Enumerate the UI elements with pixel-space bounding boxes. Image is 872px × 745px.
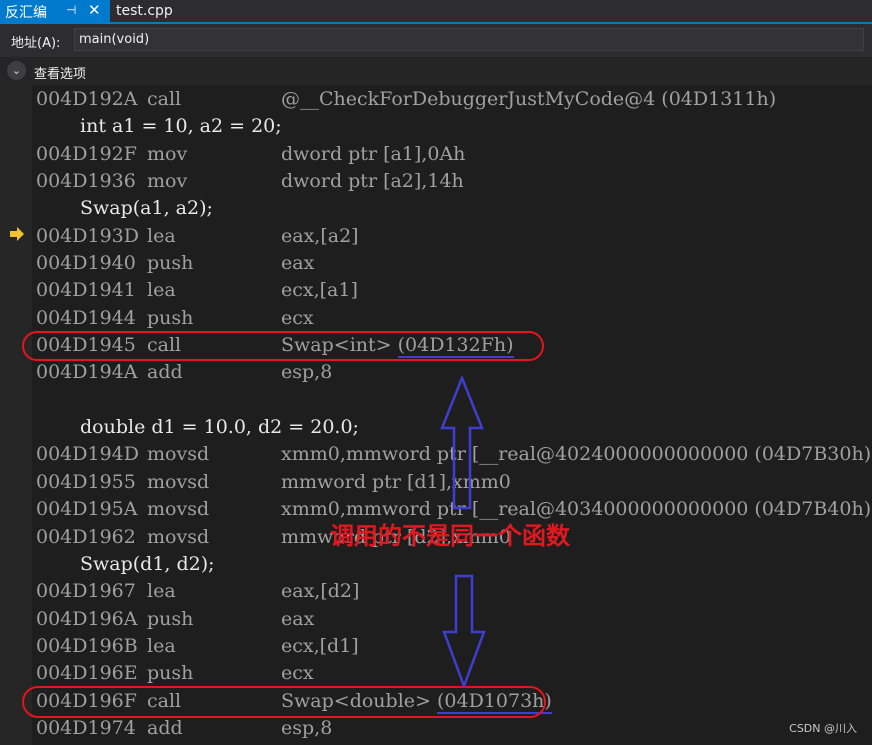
opcode: movsd	[147, 470, 210, 493]
highlight-ellipse-int	[22, 331, 544, 361]
opcode: mov	[147, 142, 188, 165]
address-input[interactable]: main(void)	[74, 28, 864, 51]
opcode: push	[147, 607, 194, 630]
asm-line[interactable]: 004D193D lea eax,[a2]	[36, 223, 872, 250]
address: 004D1974	[36, 716, 136, 739]
address: 004D193D	[36, 224, 139, 247]
operand: xmm0,mmword ptr [__real@4024000000000000…	[281, 443, 872, 466]
asm-line[interactable]: 004D1941 lea ecx,[a1]	[36, 277, 872, 304]
opcode: call	[147, 88, 182, 110]
asm-line[interactable]: 004D1974 add esp,8	[36, 715, 872, 742]
opcode: lea	[147, 224, 176, 247]
address: 004D1962	[36, 525, 136, 548]
source-text: Swap(a1, a2);	[80, 197, 213, 220]
chevron-down-icon[interactable]: ⌄	[7, 61, 26, 80]
annotation-note: 调用的不是同一个函数	[330, 521, 570, 550]
address-bar: 地址(A): main(void)	[0, 24, 872, 57]
operand: dword ptr [a2],14h	[281, 170, 464, 193]
asm-line[interactable]: 004D1940 push eax	[36, 250, 872, 277]
operand: ecx	[281, 662, 314, 685]
address: 004D196E	[36, 662, 138, 685]
opcode: movsd	[147, 443, 210, 466]
operand: ecx,[d1]	[281, 634, 359, 657]
opcode: push	[147, 662, 194, 685]
operand: eax,[a2]	[281, 224, 359, 247]
operand: eax,[d2]	[281, 580, 360, 603]
watermark: CSDN @川入	[789, 722, 857, 735]
source-text: Swap(d1, d2);	[80, 552, 215, 575]
operand: @__CheckForDebuggerJustMyCode@4 (04D1311…	[281, 88, 777, 110]
view-options-label[interactable]: 查看选项	[34, 63, 86, 82]
address: 004D192F	[36, 142, 137, 165]
tab-test-cpp[interactable]: test.cpp	[110, 0, 179, 22]
opcode: lea	[147, 580, 176, 603]
close-icon[interactable]: ✕	[88, 1, 101, 19]
address: 004D1955	[36, 470, 136, 493]
highlight-ellipse-double	[22, 686, 546, 718]
opcode: lea	[147, 279, 176, 302]
address: 004D1940	[36, 252, 136, 275]
operand: dword ptr [a1],0Ah	[281, 142, 466, 165]
address: 004D1944	[36, 306, 136, 329]
opcode: mov	[147, 170, 188, 193]
operand: ecx,[a1]	[281, 279, 358, 302]
margin-gutter[interactable]	[0, 85, 32, 745]
address: 004D194A	[36, 361, 138, 384]
tab-strip: 反汇编 ⊣ ✕ test.cpp	[0, 0, 872, 24]
down-arrow-annotation	[442, 574, 486, 688]
address: 004D1941	[36, 279, 136, 302]
opcode: movsd	[147, 525, 210, 548]
address: 004D195A	[36, 498, 138, 521]
source-text: int a1 = 10, a2 = 20;	[80, 115, 282, 138]
operand: ecx	[281, 306, 314, 329]
opcode: push	[147, 252, 194, 275]
asm-line[interactable]: 004D192F mov dword ptr [a1],0Ah	[36, 141, 872, 168]
address: 004D194D	[36, 443, 139, 466]
opcode: add	[147, 361, 183, 384]
tab-disassembly-label: 反汇编	[5, 5, 47, 21]
asm-line[interactable]: 004D1936 mov dword ptr [a2],14h	[36, 168, 872, 195]
address: 004D1967	[36, 580, 136, 603]
opcode: movsd	[147, 498, 210, 521]
opcode: add	[147, 716, 183, 739]
address: 004D1936	[36, 170, 136, 193]
source-line[interactable]: Swap(a1, a2);	[36, 195, 872, 222]
opcode: lea	[147, 634, 176, 657]
pin-icon[interactable]: ⊣	[66, 3, 76, 17]
asm-line[interactable]: 004D1944 push ecx	[36, 305, 872, 332]
instruction-pointer-icon	[10, 227, 24, 241]
view-options-bar: ⌄ 查看选项	[0, 57, 872, 85]
opcode: push	[147, 306, 194, 329]
asm-line[interactable]: 004D192A call @__CheckForDebuggerJustMyCod…	[36, 86, 872, 113]
operand: esp,8	[281, 716, 333, 739]
up-arrow-annotation	[440, 376, 484, 510]
source-line[interactable]: int a1 = 10, a2 = 20;	[36, 113, 872, 140]
operand: eax	[281, 252, 315, 275]
source-text: double d1 = 10.0, d2 = 20.0;	[80, 416, 359, 439]
operand: esp,8	[281, 361, 333, 384]
address: 004D192A	[36, 88, 138, 110]
operand: eax	[281, 607, 315, 630]
address: 004D196A	[36, 607, 138, 630]
address-label: 地址(A):	[11, 36, 61, 51]
tab-disassembly[interactable]: 反汇编 ⊣ ✕	[0, 0, 110, 22]
address: 004D196B	[36, 634, 138, 657]
